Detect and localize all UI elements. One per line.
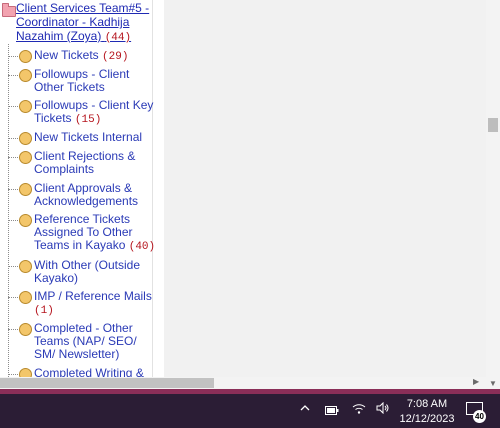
status-circle-icon	[19, 368, 32, 377]
status-circle-icon	[19, 50, 32, 63]
status-circle-icon	[19, 183, 32, 196]
item-label: New Tickets Internal	[34, 130, 143, 144]
group-count: (44)	[104, 32, 132, 44]
vertical-scrollbar[interactable]: ▼	[486, 0, 500, 389]
folder-icon	[2, 3, 16, 17]
item-label: Client Approvals & Acknowledgements	[34, 181, 139, 208]
item-label: With Other (Outside Kayako)	[34, 258, 141, 285]
content-pane	[164, 0, 486, 377]
item-label: Client Rejections & Complaints	[34, 149, 136, 176]
taskbar-clock[interactable]: 7:08 AM 12/12/2023	[398, 397, 456, 427]
item-label: Reference Tickets Assigned To Other Team…	[34, 212, 133, 252]
wifi-icon[interactable]	[352, 402, 366, 417]
item-count: (40)	[128, 241, 156, 253]
horizontal-scrollbar[interactable]: ▶	[0, 377, 486, 389]
item-label: Followups - Client Other Tickets	[34, 67, 130, 94]
status-circle-icon	[19, 323, 32, 336]
battery-icon[interactable]	[325, 404, 339, 418]
group-title[interactable]: Client Services Team#5 - Coordinator - K…	[16, 1, 156, 45]
item-label: Completed - Other Teams (NAP/ SEO/ SM/ N…	[34, 321, 137, 361]
status-circle-icon	[19, 69, 32, 82]
volume-icon[interactable]	[376, 401, 390, 417]
scroll-right-arrow-icon[interactable]: ▶	[473, 377, 479, 386]
scroll-down-arrow-icon[interactable]: ▼	[489, 379, 497, 388]
chevron-up-icon[interactable]	[300, 401, 310, 415]
item-label: Completed Writing &	[34, 366, 144, 378]
notification-icon[interactable]: 40	[466, 402, 486, 423]
taskbar-accent	[0, 389, 500, 394]
status-circle-icon	[19, 151, 32, 164]
status-circle-icon	[19, 260, 32, 273]
horizontal-scroll-thumb[interactable]	[0, 378, 214, 388]
status-circle-icon	[19, 214, 32, 227]
sidebar-tree: Client Services Team#5 - Coordinator - K…	[0, 0, 164, 377]
clock-date: 12/12/2023	[399, 413, 455, 425]
tree-line	[8, 44, 9, 377]
item-count: (1)	[34, 305, 54, 317]
vertical-scroll-thumb[interactable]	[488, 118, 498, 132]
item-count: (15)	[74, 114, 102, 126]
clock-time: 7:08 AM	[406, 398, 448, 410]
status-circle-icon	[19, 132, 32, 145]
status-circle-icon	[19, 100, 32, 113]
taskbar: 7:08 AM 12/12/2023 40	[0, 389, 500, 428]
status-circle-icon	[19, 291, 32, 304]
item-count: (29)	[102, 51, 129, 63]
item-label: IMP / Reference Mails	[34, 289, 152, 303]
item-label: New Tickets	[34, 48, 99, 62]
notification-badge: 40	[473, 410, 486, 423]
